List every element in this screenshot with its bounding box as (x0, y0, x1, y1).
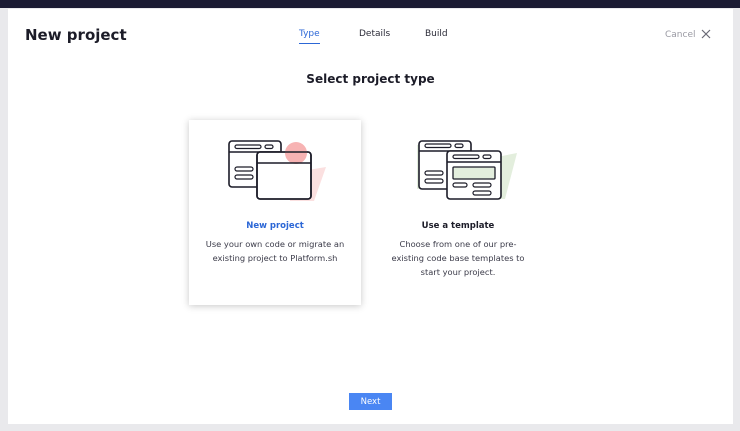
wizard-tabs: Type Details Build (8, 29, 733, 49)
tab-type[interactable]: Type (299, 29, 320, 44)
close-icon[interactable] (700, 28, 712, 40)
option-title: New project (246, 221, 304, 231)
next-button[interactable]: Next (349, 393, 392, 410)
option-title: Use a template (421, 221, 495, 231)
section-heading: Select project type (306, 72, 435, 86)
top-bar (0, 0, 740, 8)
new-project-modal: New project Type Details Build Cancel Se… (8, 9, 733, 424)
option-description: Use your own code or migrate an existing… (205, 239, 345, 263)
option-description: Choose from one of our pre-existing code… (391, 239, 525, 277)
option-use-template[interactable]: Use a template Choose from one of our pr… (372, 120, 544, 305)
tab-build[interactable]: Build (425, 29, 448, 43)
cancel-button[interactable]: Cancel (665, 30, 696, 40)
new-project-illustration-icon (228, 140, 326, 201)
tab-details[interactable]: Details (359, 29, 390, 43)
option-new-project[interactable]: New project Use your own code or migrate… (189, 120, 361, 305)
template-illustration-icon (417, 140, 517, 200)
